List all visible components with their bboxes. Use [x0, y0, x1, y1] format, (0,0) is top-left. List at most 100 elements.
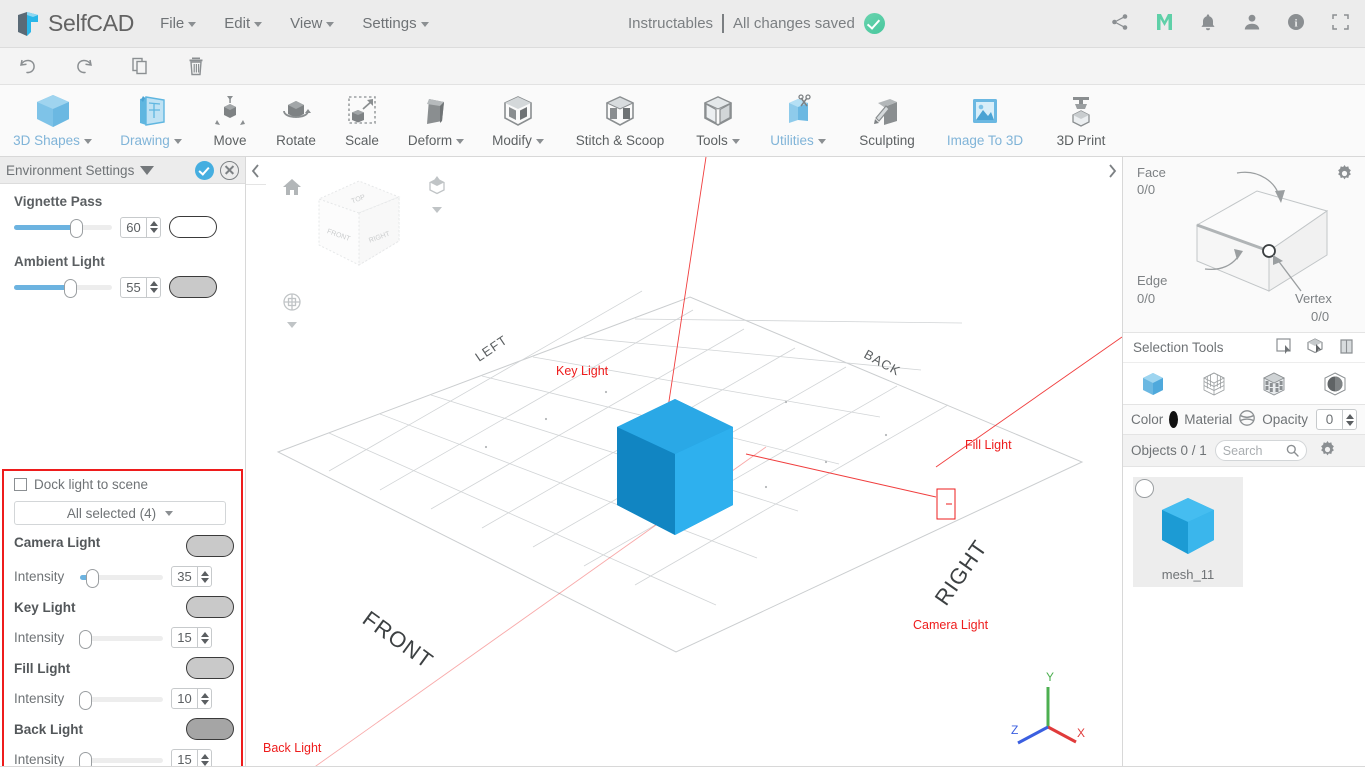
key-light-toggle[interactable] [186, 596, 234, 618]
tool-deform-label: Deform [407, 133, 453, 148]
objects-search-input[interactable]: Search [1214, 440, 1307, 461]
fullscreen-icon[interactable] [1329, 10, 1351, 34]
tool-3d-shapes[interactable]: 3D Shapes [0, 85, 105, 157]
tool-image-to-3d[interactable]: Image To 3D [933, 85, 1037, 157]
color-swatch[interactable] [1169, 411, 1179, 428]
rect-select-icon[interactable] [1276, 337, 1294, 358]
m-logo-icon[interactable] [1153, 10, 1175, 34]
ambient-light-stepper[interactable] [146, 277, 160, 297]
share-icon[interactable] [1109, 10, 1131, 34]
vignette-pass-toggle[interactable] [169, 216, 217, 238]
close-panel-button[interactable] [220, 160, 239, 180]
fill-light-intensity-stepper[interactable] [197, 689, 211, 708]
object-list-item-mesh-11[interactable]: mesh_11 [1133, 477, 1243, 587]
perspective-icon[interactable] [426, 175, 448, 216]
tool-modify[interactable]: Modify [477, 85, 559, 157]
menu-view[interactable]: View [290, 15, 335, 32]
tool-utilities[interactable]: Utilities [755, 85, 841, 157]
object-select-radio[interactable] [1135, 479, 1154, 498]
fill-light-intensity-row: Intensity 10 [14, 688, 234, 710]
objects-settings-gear-icon[interactable] [1319, 440, 1336, 461]
back-light-toggle[interactable] [186, 718, 234, 740]
fill-light-intensity-numberbox[interactable]: 10 [171, 688, 212, 709]
key-light-intensity-numberbox[interactable]: 15 [171, 627, 212, 648]
ambient-light-numberbox[interactable]: 55 [120, 276, 161, 298]
vignette-pass-stepper[interactable] [146, 217, 160, 237]
tool-drawing-label: Drawing [120, 133, 170, 148]
menu-file-label: File [160, 15, 185, 32]
ambient-light-toggle[interactable] [169, 276, 217, 298]
tool-stitch-scoop[interactable]: Stitch & Scoop [559, 85, 681, 157]
tool-tools[interactable]: Tools [681, 85, 755, 157]
dock-light-row[interactable]: Dock light to scene [14, 477, 234, 492]
viewport-3d[interactable]: LEFT BACK FRONT RIGHT TOP FRONT RIGHT Y … [246, 157, 1122, 767]
redo-button[interactable] [56, 56, 112, 76]
vertex-value: 0/0 [1311, 309, 1330, 324]
document-name[interactable]: Instructables [628, 15, 713, 32]
light-selector-dropdown[interactable]: All selected (4) [14, 501, 226, 525]
sculpting-icon [866, 91, 908, 131]
ambient-light-section: Ambient Light 55 [0, 242, 245, 298]
objects-count-label: Objects 0 / 1 [1131, 443, 1207, 458]
vertex-mode-icon[interactable] [1200, 370, 1228, 398]
tool-sculpting-label: Sculpting [859, 133, 915, 148]
object-select-icon[interactable] [1307, 337, 1325, 358]
object-mode-icon[interactable] [1139, 370, 1167, 398]
tool-drawing[interactable]: Drawing [105, 85, 197, 157]
opacity-numberbox[interactable]: 0 [1316, 409, 1357, 430]
edge-mode-icon[interactable] [1321, 370, 1349, 398]
tool-3d-print[interactable]: 3D Print [1037, 85, 1125, 157]
fill-light-intensity-slider[interactable] [79, 690, 163, 710]
menu-settings[interactable]: Settings [362, 15, 429, 32]
dock-light-label: Dock light to scene [34, 477, 149, 492]
tool-sculpting[interactable]: Sculpting [841, 85, 933, 157]
ambient-light-slider[interactable] [14, 279, 112, 298]
user-account-icon[interactable] [1241, 10, 1263, 34]
collapse-left-panel-button[interactable] [246, 157, 266, 185]
tool-deform[interactable]: Deform [395, 85, 477, 157]
notifications-bell-icon[interactable] [1197, 10, 1219, 34]
back-light-intensity-label: Intensity [14, 752, 65, 767]
gear-icon[interactable] [1336, 165, 1353, 185]
brand-logo[interactable]: SelfCAD [14, 10, 134, 38]
chevron-down-icon[interactable] [140, 165, 155, 175]
dock-light-checkbox[interactable] [14, 478, 27, 491]
apply-button[interactable] [195, 160, 214, 180]
key-light-intensity-slider[interactable] [79, 629, 163, 649]
tool-rotate[interactable]: Rotate [263, 85, 329, 157]
tool-stitch-scoop-label: Stitch & Scoop [575, 133, 665, 148]
key-light-intensity-stepper[interactable] [197, 628, 211, 647]
camera-light-intensity-numberbox[interactable]: 35 [171, 566, 212, 587]
copy-button[interactable] [112, 56, 168, 76]
viewport-canvas[interactable]: LEFT BACK FRONT RIGHT TOP FRONT RIGHT Y … [246, 157, 1122, 767]
home-icon[interactable] [282, 177, 302, 200]
chevron-down-icon [817, 138, 826, 144]
box-select-icon[interactable] [1338, 338, 1355, 358]
fill-light-header: Fill Light [14, 657, 234, 679]
camera-light-intensity-stepper[interactable] [197, 567, 211, 586]
camera-light-toggle[interactable] [186, 535, 234, 557]
fill-light-toggle[interactable] [186, 657, 234, 679]
back-light-intensity-slider[interactable] [79, 751, 163, 767]
collapse-right-panel-button[interactable] [1102, 157, 1122, 185]
tool-move[interactable]: Move [197, 85, 263, 157]
vignette-pass-value: 60 [126, 219, 141, 235]
zoom-fit-icon[interactable] [282, 292, 302, 331]
stitch-scoop-icon [599, 91, 641, 131]
menu-file[interactable]: File [160, 15, 197, 32]
panel-header: Environment Settings [0, 157, 245, 184]
undo-button[interactable] [0, 56, 56, 76]
info-icon[interactable]: i [1285, 10, 1307, 34]
vignette-pass-slider[interactable] [14, 219, 112, 238]
back-light-intensity-numberbox[interactable]: 15 [171, 749, 212, 767]
delete-button[interactable] [168, 56, 224, 76]
face-mode-icon[interactable] [1260, 370, 1288, 398]
opacity-stepper[interactable] [1342, 410, 1356, 429]
menu-edit[interactable]: Edit [224, 15, 263, 32]
tool-scale[interactable]: Scale [329, 85, 395, 157]
camera-light-intensity-slider[interactable] [80, 568, 163, 588]
vignette-pass-numberbox[interactable]: 60 [120, 216, 161, 238]
back-light-intensity-stepper[interactable] [197, 750, 211, 767]
material-icon[interactable] [1238, 409, 1256, 430]
selfcad-logo-icon [14, 10, 42, 38]
